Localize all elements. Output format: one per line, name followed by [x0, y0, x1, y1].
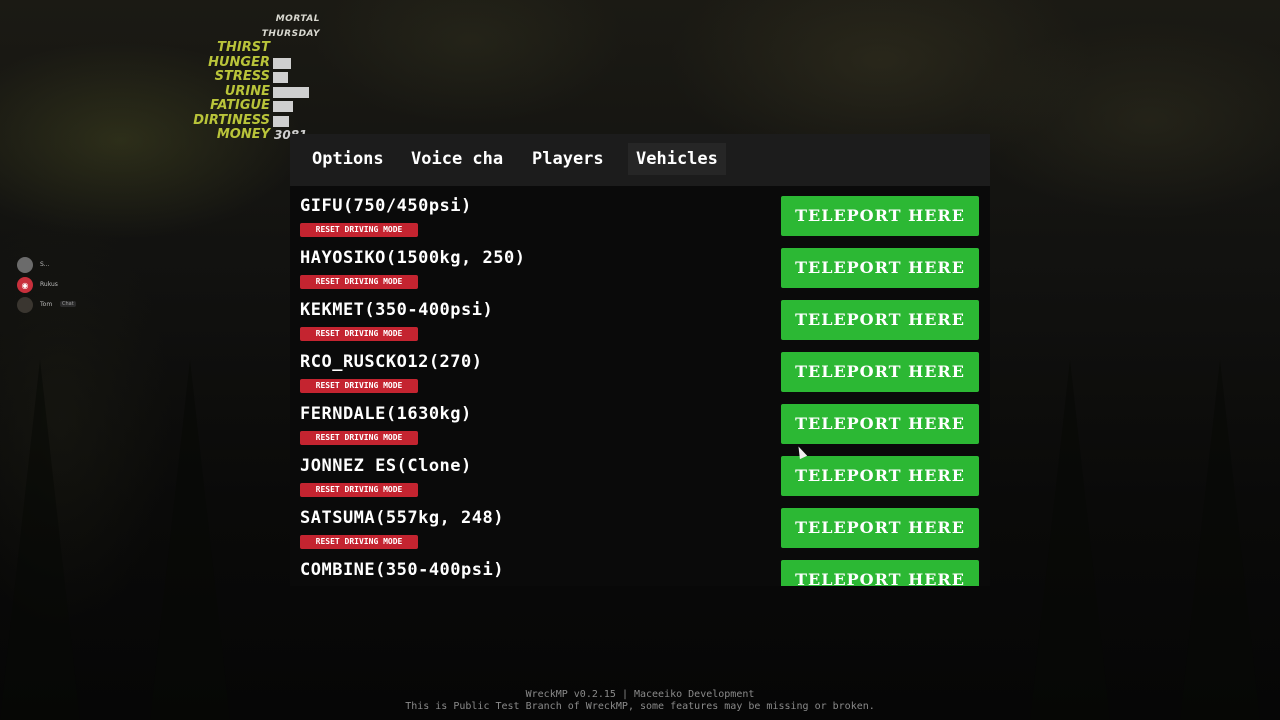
- vehicle-name: GIFU(750/450psi): [300, 196, 472, 216]
- teleport-here-button[interactable]: TELEPORT HERE: [781, 508, 979, 548]
- stat-row-thirst: THIRST: [190, 41, 330, 55]
- tab-voice-chat[interactable]: Voice cha: [403, 143, 511, 175]
- user-avatar-icon: [17, 297, 33, 313]
- stat-row-urine: URINE: [190, 83, 330, 99]
- vehicle-name: COMBINE(350-400psi): [300, 560, 504, 580]
- voice-user-name: Rukus: [40, 281, 58, 288]
- stat-label: URINE: [224, 83, 270, 99]
- version-text: WreckMP v0.2.15 | Maceeiko Development: [525, 689, 755, 700]
- tree-silhouette: [1180, 360, 1260, 720]
- stat-label: THIRST: [217, 40, 270, 55]
- stat-bar: [273, 115, 289, 127]
- tab-bar: Options Voice cha Players Vehicles: [290, 134, 990, 186]
- vehicle-row: RCO_RUSCKO12(270) RESET DRIVING MODE TELEP…: [290, 342, 990, 394]
- voice-chat-indicator: S... ◉ Rukus Tom Chat: [16, 256, 96, 316]
- vehicle-name: SATSUMA(557kg, 248): [300, 508, 504, 528]
- stat-row-hunger: HUNGER: [190, 54, 330, 70]
- teleport-here-button[interactable]: TELEPORT HERE: [781, 456, 979, 496]
- tree-silhouette: [0, 360, 80, 720]
- user-avatar-icon: [17, 257, 33, 273]
- teleport-here-button[interactable]: TELEPORT HERE: [781, 560, 979, 586]
- vehicle-row: SATSUMA(557kg, 248) RESET DRIVING MODE TEL…: [290, 498, 990, 550]
- day-label: THURSDAY: [261, 29, 320, 39]
- vehicle-row: JONNEZ ES(Clone) RESET DRIVING MODE TELEPO…: [290, 446, 990, 498]
- vehicle-row: FERNDALE(1630kg) RESET DRIVING MODE TELEPO…: [290, 394, 990, 446]
- vehicle-name: HAYOSIKO(1500kg, 250): [300, 248, 526, 268]
- vehicle-row: COMBINE(350-400psi) TELEPORT HERE: [290, 550, 990, 586]
- tree-silhouette: [150, 360, 230, 720]
- voice-user: S...: [16, 256, 96, 276]
- voice-user: Tom Chat: [16, 296, 96, 316]
- teleport-here-button[interactable]: TELEPORT HERE: [781, 404, 979, 444]
- reset-driving-mode-button[interactable]: RESET DRIVING MODE: [300, 275, 418, 289]
- reset-driving-mode-button[interactable]: RESET DRIVING MODE: [300, 379, 418, 393]
- stat-label: FATIGUE: [210, 98, 270, 113]
- version-footer: WreckMP v0.2.15 | Maceeiko Development T…: [0, 689, 1280, 713]
- game-mode-label: MORTAL: [275, 14, 320, 24]
- teleport-here-button[interactable]: TELEPORT HERE: [781, 248, 979, 288]
- voice-user-tag: Chat: [60, 301, 76, 307]
- reset-driving-mode-button[interactable]: RESET DRIVING MODE: [300, 327, 418, 341]
- reset-driving-mode-button[interactable]: RESET DRIVING MODE: [300, 535, 418, 549]
- stat-row-dirtiness: DIRTINESS: [190, 112, 330, 128]
- teleport-here-button[interactable]: TELEPORT HERE: [781, 196, 979, 236]
- tab-players[interactable]: Players: [524, 143, 612, 175]
- voice-user-name: S...: [40, 261, 50, 268]
- vehicle-list[interactable]: GIFU(750/450psi) RESET DRIVING MODE TELEPO…: [290, 186, 990, 586]
- stat-label: STRESS: [214, 69, 270, 84]
- tab-vehicles[interactable]: Vehicles: [628, 143, 726, 175]
- discord-icon: ◉: [17, 277, 33, 293]
- vehicle-name: RCO_RUSCKO12(270): [300, 352, 483, 372]
- tree-silhouette: [1030, 360, 1110, 720]
- reset-driving-mode-button[interactable]: RESET DRIVING MODE: [300, 223, 418, 237]
- voice-user-name: Tom: [40, 301, 53, 308]
- vehicle-row: KEKMET(350-400psi) RESET DRIVING MODE TELE…: [290, 290, 990, 342]
- stat-bar: [273, 57, 291, 69]
- branch-notice: This is Public Test Branch of WreckMP, s…: [405, 701, 875, 712]
- stat-bar: [273, 72, 288, 83]
- vehicle-row: HAYOSIKO(1500kg, 250) RESET DRIVING MODE T…: [290, 238, 990, 290]
- admin-panel: Options Voice cha Players Vehicles GIFU(…: [290, 134, 990, 586]
- stat-bar: [273, 86, 309, 98]
- stat-bar: [273, 101, 293, 112]
- vehicle-name: KEKMET(350-400psi): [300, 300, 494, 320]
- voice-user: ◉ Rukus: [16, 276, 96, 296]
- money-label: MONEY: [216, 127, 270, 142]
- vehicle-name: JONNEZ ES(Clone): [300, 456, 472, 476]
- teleport-here-button[interactable]: TELEPORT HERE: [781, 352, 979, 392]
- reset-driving-mode-button[interactable]: RESET DRIVING MODE: [300, 431, 418, 445]
- stat-label: DIRTINESS: [193, 112, 270, 128]
- vehicle-row: GIFU(750/450psi) RESET DRIVING MODE TELEPO…: [290, 186, 990, 238]
- tab-options[interactable]: Options: [304, 143, 392, 175]
- vehicle-name: FERNDALE(1630kg): [300, 404, 472, 424]
- teleport-here-button[interactable]: TELEPORT HERE: [781, 300, 979, 340]
- stat-row-fatigue: FATIGUE: [190, 99, 330, 113]
- stat-label: HUNGER: [208, 54, 270, 70]
- reset-driving-mode-button[interactable]: RESET DRIVING MODE: [300, 483, 418, 497]
- stat-row-stress: STRESS: [190, 70, 330, 84]
